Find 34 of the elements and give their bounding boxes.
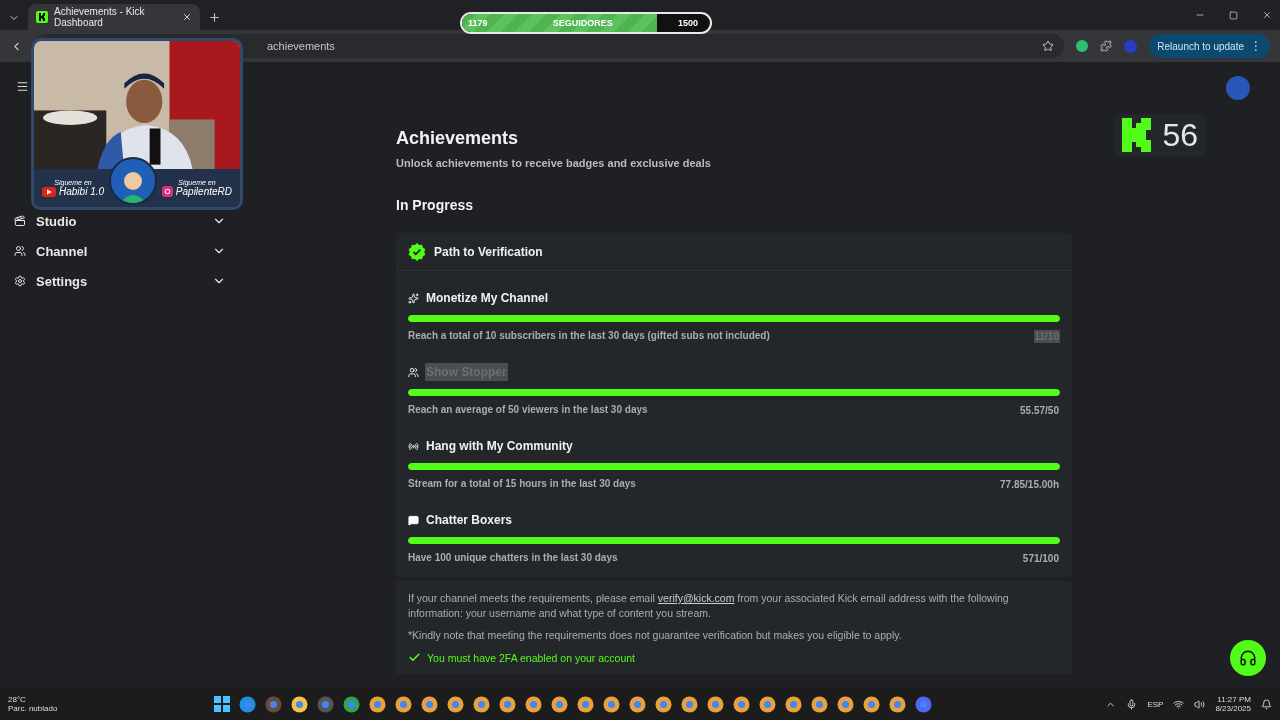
clock-date[interactable]: 8/23/2025 — [1215, 704, 1251, 713]
info-text: If your channel meets the requirements, please email verify@kick.com from your associated Kick email address with the following information: your username and what type of content you stream. — [408, 591, 1010, 621]
social-handle: PapilenteRD — [161, 186, 232, 197]
follower-count: 1179 — [468, 18, 488, 28]
achievement-description: Reach a total of 10 subscribers in the last 30 days (gifted subs not included) — [408, 330, 770, 343]
progress-value: 55.57/50 — [1019, 404, 1060, 417]
achievement-description: Reach an average of 50 viewers in the last 30 days — [408, 404, 648, 417]
achievement-description: Stream for a total of 15 hours in the last 30 days — [408, 478, 636, 491]
progress-value: 571/100 — [1021, 552, 1060, 565]
clock-time[interactable]: 11:27 PM — [1217, 695, 1251, 704]
card-title: Path to Verification — [434, 244, 543, 259]
requirement-label: You must have 2FA enabled on your account — [427, 651, 635, 664]
achievement-description: Have 100 unique chatters in the last 30 days — [408, 552, 618, 565]
sidebar-item[interactable]: Settings — [14, 266, 226, 296]
sidebar-item[interactable]: Studio — [14, 206, 226, 236]
follower-label: SEGUIDORES — [552, 18, 613, 28]
follower-goal: 1500 — [677, 18, 698, 28]
sidebar-item[interactable]: Channel — [14, 236, 226, 266]
email-link[interactable]: verify@kick.com — [657, 592, 735, 604]
relaunch-button[interactable]: Relaunch to update ⋮ — [1149, 34, 1270, 58]
achievement-title: Monetize My Channel — [425, 290, 549, 307]
page-subtitle: Unlock achievements to receive badges and exclusive deals — [396, 157, 711, 169]
achievement-title: Hang with My Community — [425, 438, 574, 455]
progress-value: 77.85/15.00h — [999, 478, 1060, 491]
language-indicator[interactable]: ESP — [1147, 699, 1164, 709]
achievement-title: Chatter Boxers — [425, 512, 514, 529]
page-title: Achievements — [396, 128, 519, 149]
section-heading: In Progress — [396, 197, 474, 213]
weather-text: Parc. nublado — [8, 704, 59, 713]
browser-tab[interactable]: Achievements - Kick Dashboard — [28, 4, 200, 30]
note-text: *Kindly note that meeting the requirements does not guarantee verification but makes you eligible to apply. — [408, 628, 903, 644]
social-handle: Habibi 1.0 — [42, 186, 105, 197]
counter-value: 56 — [1162, 116, 1198, 154]
temperature: 28°C — [8, 695, 27, 704]
